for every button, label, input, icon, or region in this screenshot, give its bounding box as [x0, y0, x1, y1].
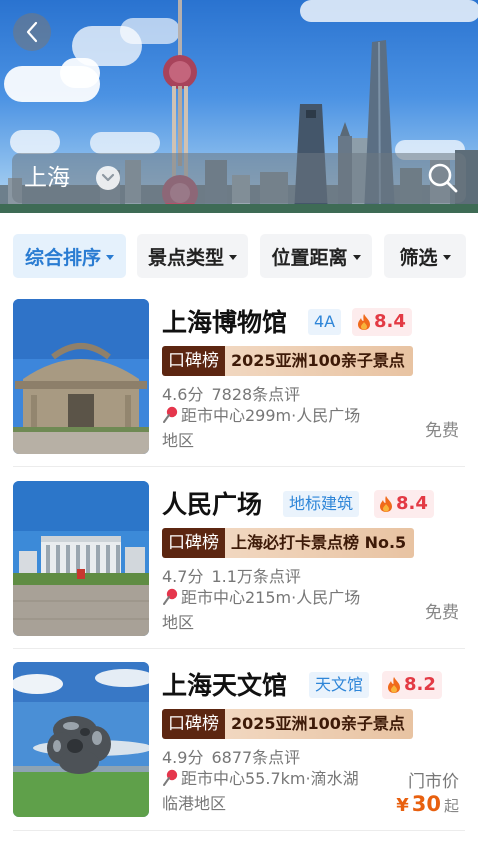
flame-icon	[358, 314, 370, 330]
hero-banner: 上海	[0, 0, 478, 213]
ranking-badge: 口碑榜	[162, 709, 225, 739]
tab-label: 综合排序	[24, 246, 101, 269]
ranking-name: 上海必打卡景点榜 No.5	[225, 528, 415, 558]
caret-down-icon	[352, 254, 361, 260]
type-tag: 地标建筑	[283, 491, 360, 517]
location-text: 距市中心55.7km·滴水湖临港地区	[162, 769, 359, 813]
price-value: 30	[411, 792, 441, 816]
price-free: 免费	[425, 421, 459, 441]
price-currency: ¥	[396, 795, 409, 816]
price-suffix: 起	[443, 797, 459, 815]
search-icon[interactable]	[426, 161, 460, 195]
ranking-name: 2025亚洲100亲子景点	[225, 346, 413, 376]
attraction-name[interactable]: 上海天文馆	[162, 666, 287, 702]
heat-score: 8.4	[374, 311, 406, 332]
location-info: 距市中心215m·人民广场地区	[162, 585, 362, 635]
attraction-card[interactable]: 人民广场 地标建筑 8.4 口碑榜 上海必打卡景点榜 No.5 4.7分 1.1万…	[13, 481, 465, 639]
rating-score: 4.9分	[162, 748, 204, 767]
caret-down-icon	[106, 254, 114, 260]
heat-score-badge: 8.4	[374, 490, 434, 518]
attraction-photo	[13, 662, 149, 817]
price-free: 免费	[425, 603, 459, 623]
ranking-badge: 口碑榜	[162, 528, 225, 558]
divider	[13, 466, 465, 467]
type-tag: 4A	[308, 309, 342, 335]
attraction-name[interactable]: 人民广场	[162, 485, 262, 521]
attraction-card[interactable]: 上海天文馆 天文馆 8.2 口碑榜 2025亚洲100亲子景点 4.9分 6877…	[13, 662, 465, 820]
attraction-card[interactable]: 上海博物馆 4A 8.4 口碑榜 2025亚洲100亲子景点 4.6分 7828条…	[13, 299, 465, 457]
pin-icon	[163, 588, 178, 605]
ranking-tag[interactable]: 口碑榜 2025亚洲100亲子景点	[162, 346, 413, 376]
ranking-badge: 口碑榜	[162, 346, 225, 376]
city-selector-label[interactable]: 上海	[24, 162, 70, 194]
review-count: 1.1万条点评	[211, 567, 301, 586]
rating-row: 4.9分 6877条点评	[162, 744, 300, 768]
tab-attraction-type[interactable]: 景点类型	[137, 234, 248, 278]
rating-row: 4.6分 7828条点评	[162, 381, 300, 405]
attraction-photo	[13, 481, 149, 636]
tab-label: 景点类型	[147, 246, 224, 269]
flame-icon	[380, 496, 392, 512]
ranking-tag[interactable]: 口碑榜 2025亚洲100亲子景点	[162, 709, 413, 739]
chevron-down-icon[interactable]	[96, 166, 120, 190]
location-info: 距市中心299m·人民广场地区	[162, 403, 362, 453]
review-count: 7828条点评	[211, 385, 301, 404]
tab-location-distance[interactable]: 位置距离	[260, 234, 372, 278]
attraction-name[interactable]: 上海博物馆	[162, 303, 287, 339]
location-info: 距市中心55.7km·滴水湖临港地区	[162, 766, 362, 816]
back-button[interactable]	[13, 13, 51, 51]
tab-label: 位置距离	[271, 246, 348, 269]
filter-tabs: 综合排序 景点类型 位置距离 筛选	[0, 234, 478, 280]
caret-down-icon	[442, 254, 451, 260]
city-search-bar[interactable]: 上海	[12, 153, 466, 203]
tab-filter[interactable]: 筛选	[384, 234, 466, 278]
divider	[13, 648, 465, 649]
price-label: 门市价	[408, 772, 459, 792]
pin-icon	[163, 406, 178, 423]
price: ¥30 起	[396, 792, 459, 816]
flame-icon	[388, 677, 400, 693]
heat-score-badge: 8.4	[352, 308, 412, 336]
tab-label: 筛选	[399, 246, 438, 269]
heat-score-badge: 8.2	[382, 671, 442, 699]
rating-row: 4.7分 1.1万条点评	[162, 563, 301, 587]
attraction-photo	[13, 299, 149, 454]
tab-sort-overall[interactable]: 综合排序	[13, 234, 126, 278]
location-text: 距市中心299m·人民广场地区	[162, 406, 361, 450]
ranking-tag[interactable]: 口碑榜 上海必打卡景点榜 No.5	[162, 528, 415, 558]
rating-score: 4.6分	[162, 385, 204, 404]
chevron-left-icon	[26, 21, 38, 43]
review-count: 6877条点评	[211, 748, 301, 767]
pin-icon	[163, 769, 178, 786]
divider	[13, 830, 465, 831]
heat-score: 8.4	[396, 493, 428, 514]
caret-down-icon	[229, 254, 237, 260]
heat-score: 8.2	[404, 674, 436, 695]
ranking-name: 2025亚洲100亲子景点	[225, 709, 413, 739]
rating-score: 4.7分	[162, 567, 204, 586]
type-tag: 天文馆	[309, 672, 370, 698]
location-text: 距市中心215m·人民广场地区	[162, 588, 361, 632]
